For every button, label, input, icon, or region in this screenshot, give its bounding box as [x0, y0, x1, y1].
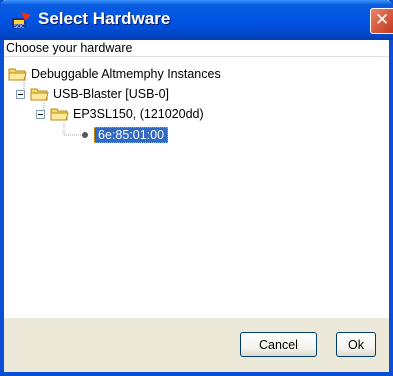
- collapse-toggle-blaster[interactable]: [16, 90, 25, 99]
- folder-open-icon: [30, 88, 49, 101]
- app-icon: SOC: [12, 12, 31, 29]
- ok-button[interactable]: Ok: [336, 332, 376, 357]
- folder-open-icon: [50, 108, 69, 121]
- svg-text:SOC: SOC: [14, 24, 25, 29]
- leaf-node-icon: [82, 132, 88, 138]
- title-bar[interactable]: SOC Select Hardware ✕: [0, 0, 393, 40]
- tree-node-instance[interactable]: 6e:85:01:00: [82, 126, 169, 144]
- button-bar: Cancel Ok: [4, 318, 389, 372]
- close-button[interactable]: ✕: [370, 8, 393, 34]
- select-hardware-dialog: SOC Select Hardware ✕ Choose your hardwa…: [0, 0, 393, 376]
- hardware-list-header: Choose your hardware: [4, 40, 389, 57]
- tree-node-instance-label: 6e:85:01:00: [94, 127, 169, 143]
- cancel-button[interactable]: Cancel: [240, 332, 317, 357]
- window-title: Select Hardware: [38, 9, 171, 28]
- collapse-toggle-device[interactable]: [36, 110, 45, 119]
- tree-node-usb-blaster[interactable]: USB-Blaster [USB-0]: [30, 85, 169, 103]
- tree-node-device-label: EP3SL150, (121020dd): [73, 107, 204, 121]
- tree-node-device[interactable]: EP3SL150, (121020dd): [50, 105, 204, 123]
- hardware-tree[interactable]: Debuggable Altmemphy Instances USB-Blast…: [4, 57, 389, 319]
- tree-node-usb-blaster-label: USB-Blaster [USB-0]: [53, 87, 170, 101]
- close-icon: ✕: [375, 10, 390, 30]
